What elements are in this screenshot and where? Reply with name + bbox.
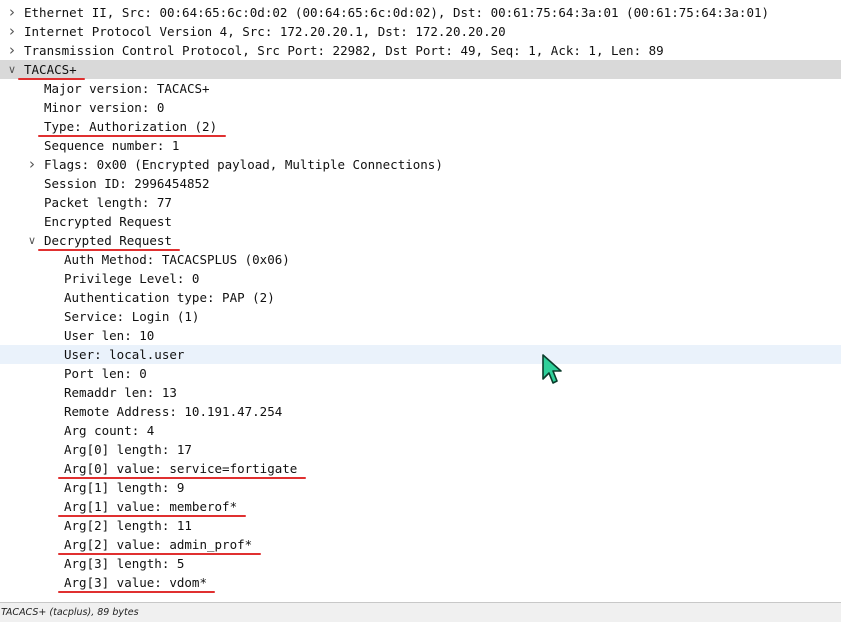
tree-row[interactable]: › Flags: 0x00 (Encrypted payload, Multipl…: [0, 155, 841, 174]
tree-row-label: Arg[0] length: 17: [64, 442, 192, 457]
red-underline-annotation: [58, 591, 215, 593]
tree-row[interactable]: Remaddr len: 13: [0, 383, 841, 402]
tree-row-label: Arg count: 4: [64, 423, 155, 438]
tree-row[interactable]: Encrypted Request: [0, 212, 841, 231]
tree-row-label: Transmission Control Protocol, Src Port:…: [24, 43, 664, 58]
tree-row[interactable]: ∨ TACACS+: [0, 60, 841, 80]
tree-row-label: Port len: 0: [64, 366, 147, 381]
tree-row[interactable]: ∨ Decrypted Request: [0, 231, 841, 251]
chevron-right-icon[interactable]: ›: [6, 3, 18, 22]
mouse-pointer-icon: [542, 354, 562, 384]
tree-row[interactable]: Privilege Level: 0: [0, 269, 841, 288]
tree-row-label: Internet Protocol Version 4, Src: 172.20…: [24, 24, 506, 39]
chevron-down-icon[interactable]: ∨: [6, 60, 18, 79]
chevron-right-icon[interactable]: ›: [6, 22, 18, 41]
tree-row-label: TACACS+: [24, 62, 77, 77]
tree-row-label: Arg[2] value: admin_prof*: [64, 537, 253, 552]
tree-row-label: User len: 10: [64, 328, 155, 343]
chevron-right-icon[interactable]: ›: [6, 41, 18, 60]
tree-row-label: Flags: 0x00 (Encrypted payload, Multiple…: [44, 157, 443, 172]
tree-row-label: Arg[0] value: service=fortigate: [64, 461, 298, 476]
tree-row-label: Arg[3] length: 5: [64, 556, 185, 571]
tree-row-label: Arg[3] value: vdom*: [64, 575, 207, 590]
tree-row-label: Encrypted Request: [44, 214, 172, 229]
tree-row[interactable]: Remote Address: 10.191.47.254: [0, 402, 841, 421]
tree-row[interactable]: Minor version: 0: [0, 98, 841, 117]
tree-row[interactable]: User len: 10: [0, 326, 841, 345]
tree-row[interactable]: Session ID: 2996454852: [0, 174, 841, 193]
packet-details-tree[interactable]: › Ethernet II, Src: 00:64:65:6c:0d:02 (00…: [0, 3, 841, 593]
tree-row-label: Remaddr len: 13: [64, 385, 177, 400]
tree-row-label: Sequence number: 1: [44, 138, 180, 153]
tree-row-label: Authentication type: PAP (2): [64, 290, 275, 305]
tree-row-label: Major version: TACACS+: [44, 81, 210, 96]
tree-row[interactable]: Arg[2] value: admin_prof*: [0, 535, 841, 555]
tree-row[interactable]: Arg[1] value: memberof*: [0, 497, 841, 517]
tree-row[interactable]: Arg[2] length: 11: [0, 516, 841, 535]
chevron-down-icon[interactable]: ∨: [26, 231, 38, 250]
tree-row-label: Packet length: 77: [44, 195, 172, 210]
tree-row[interactable]: Arg[1] length: 9: [0, 478, 841, 497]
tree-row[interactable]: Authentication type: PAP (2): [0, 288, 841, 307]
tree-row[interactable]: Arg[3] length: 5: [0, 554, 841, 573]
status-text: TACACS+ (tacplus), 89 bytes: [1, 607, 139, 618]
tree-row-label: Session ID: 2996454852: [44, 176, 210, 191]
tree-row[interactable]: Arg count: 4: [0, 421, 841, 440]
tree-row-label: Ethernet II, Src: 00:64:65:6c:0d:02 (00:…: [24, 5, 770, 20]
tree-row-label: Decrypted Request: [44, 233, 172, 248]
tree-row[interactable]: Arg[0] value: service=fortigate: [0, 459, 841, 479]
tree-row[interactable]: Service: Login (1): [0, 307, 841, 326]
status-bar: TACACS+ (tacplus), 89 bytes: [0, 602, 841, 622]
tree-row[interactable]: › Internet Protocol Version 4, Src: 172.2…: [0, 22, 841, 41]
tree-row[interactable]: User: local.user: [0, 345, 841, 364]
tree-row[interactable]: Sequence number: 1: [0, 136, 841, 155]
tree-row[interactable]: Type: Authorization (2): [0, 117, 841, 137]
tree-row-label: Privilege Level: 0: [64, 271, 200, 286]
tree-row[interactable]: Arg[3] value: vdom*: [0, 573, 841, 593]
tree-row[interactable]: › Transmission Control Protocol, Src Port…: [0, 41, 841, 60]
tree-row-label: Remote Address: 10.191.47.254: [64, 404, 283, 419]
tree-row-label: Minor version: 0: [44, 100, 165, 115]
tree-row-label: Arg[1] length: 9: [64, 480, 185, 495]
tree-row[interactable]: Major version: TACACS+: [0, 79, 841, 98]
tree-row[interactable]: Port len: 0: [0, 364, 841, 383]
tree-row[interactable]: Arg[0] length: 17: [0, 440, 841, 459]
tree-row-label: Arg[2] length: 11: [64, 518, 192, 533]
tree-row-label: Service: Login (1): [64, 309, 200, 324]
tree-row-label: Auth Method: TACACSPLUS (0x06): [64, 252, 290, 267]
chevron-right-icon[interactable]: ›: [26, 155, 38, 174]
tree-row-label: Type: Authorization (2): [44, 119, 218, 134]
tree-row-label: User: local.user: [64, 347, 185, 362]
tree-row[interactable]: › Ethernet II, Src: 00:64:65:6c:0d:02 (00…: [0, 3, 841, 22]
tree-row[interactable]: Auth Method: TACACSPLUS (0x06): [0, 250, 841, 269]
tree-row-label: Arg[1] value: memberof*: [64, 499, 238, 514]
tree-row[interactable]: Packet length: 77: [0, 193, 841, 212]
